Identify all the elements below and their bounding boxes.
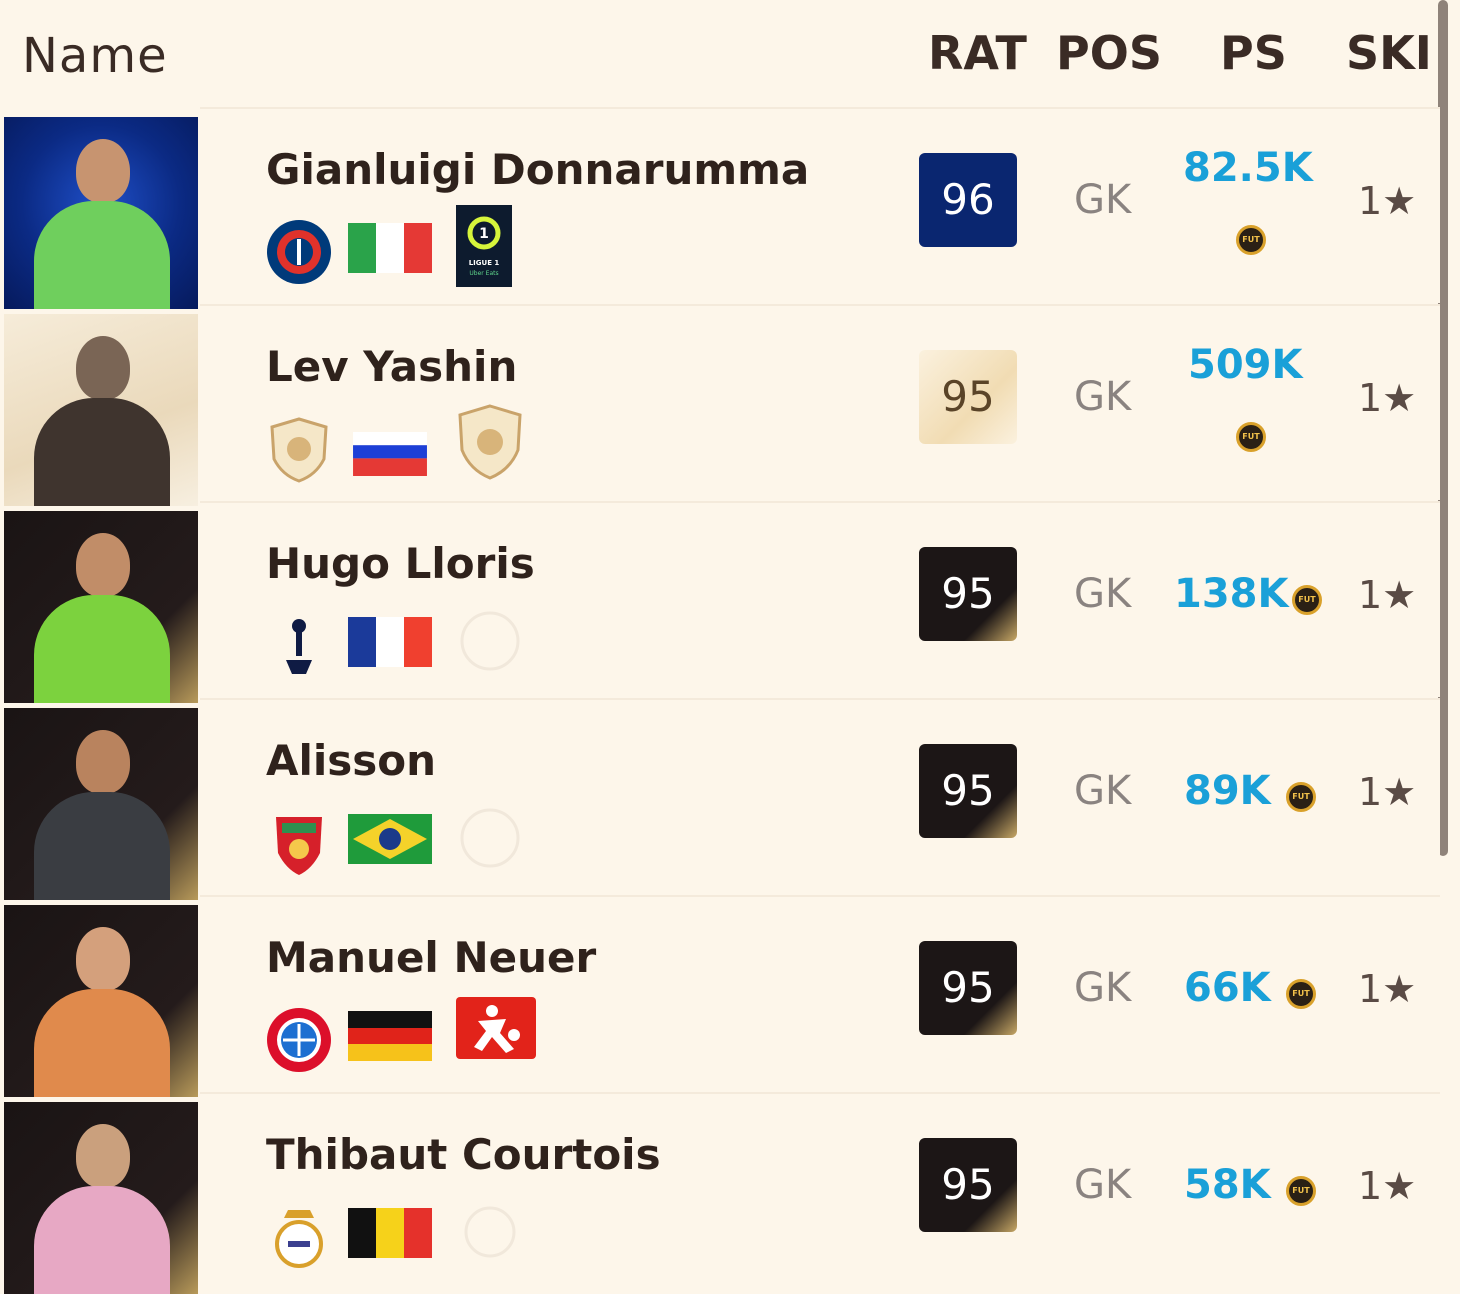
svg-text:Uber Eats: Uber Eats bbox=[469, 270, 498, 277]
club-badge-icon bbox=[286, 619, 312, 674]
fut-coin-icon: FUT bbox=[1236, 225, 1266, 255]
position-label: GK bbox=[1074, 177, 1132, 223]
player-photo bbox=[4, 1102, 198, 1294]
rating-badge: 95 bbox=[919, 941, 1017, 1035]
rating-badge: 95 bbox=[919, 350, 1017, 444]
table-header: Name RAT POS PS SKI bbox=[0, 0, 1440, 108]
league-badge-icon bbox=[458, 404, 522, 480]
position-label: GK bbox=[1074, 768, 1132, 814]
player-photo bbox=[4, 314, 198, 506]
icon-badge-icon bbox=[270, 417, 328, 483]
player-name[interactable]: Lev Yashin bbox=[266, 342, 517, 391]
nation-flag-icon bbox=[348, 223, 432, 273]
column-header-position[interactable]: POS bbox=[1056, 26, 1162, 80]
league-badge-icon bbox=[460, 611, 520, 671]
club-badge-icon bbox=[276, 817, 322, 875]
club-badge-icon bbox=[267, 1008, 331, 1072]
nation-flag-icon bbox=[348, 1011, 432, 1061]
club-badge-icon bbox=[275, 1210, 323, 1268]
price-value: 509K bbox=[1188, 342, 1303, 388]
skill-moves: 1★ bbox=[1358, 573, 1417, 617]
fut-coin-icon: FUT bbox=[1236, 422, 1266, 452]
skill-moves: 1★ bbox=[1358, 1164, 1417, 1208]
club-badge-icon bbox=[267, 220, 331, 284]
position-label: GK bbox=[1074, 571, 1132, 617]
league-badge-icon bbox=[456, 997, 536, 1059]
player-row[interactable]: Hugo Lloris 95 GK 138K FUT 1★ bbox=[0, 501, 1440, 703]
rating-badge: 95 bbox=[919, 547, 1017, 641]
nation-flag-icon bbox=[353, 432, 427, 476]
fut-coin-icon: FUT bbox=[1292, 585, 1322, 615]
position-label: GK bbox=[1074, 374, 1132, 420]
player-name[interactable]: Thibaut Courtois bbox=[266, 1130, 661, 1179]
fut-coin-icon: FUT bbox=[1286, 782, 1316, 812]
rating-badge: 95 bbox=[919, 1138, 1017, 1232]
svg-text:1: 1 bbox=[479, 226, 489, 242]
rating-badge: 95 bbox=[919, 744, 1017, 838]
league-badge-icon: 1 LIGUE 1 Uber Eats bbox=[456, 205, 512, 287]
price-value: 138K bbox=[1174, 571, 1289, 617]
nation-flag-icon bbox=[348, 1208, 432, 1258]
player-name[interactable]: Gianluigi Donnarumma bbox=[266, 145, 809, 194]
column-header-price[interactable]: PS bbox=[1220, 26, 1287, 80]
price-value: 82.5K bbox=[1183, 145, 1313, 191]
column-header-name[interactable]: Name bbox=[22, 28, 168, 84]
player-photo bbox=[4, 117, 198, 309]
player-photo bbox=[4, 511, 198, 703]
price-value: 89K bbox=[1184, 768, 1271, 814]
price-value: 66K bbox=[1184, 965, 1271, 1011]
price-value: 58K bbox=[1184, 1162, 1271, 1208]
skill-moves: 1★ bbox=[1358, 770, 1417, 814]
player-name[interactable]: Manuel Neuer bbox=[266, 933, 596, 982]
fut-coin-icon: FUT bbox=[1286, 1176, 1316, 1206]
league-badge-icon bbox=[464, 1206, 516, 1258]
column-header-rating[interactable]: RAT bbox=[928, 26, 1027, 80]
player-row[interactable]: Gianluigi Donnarumma 1 LIGUE 1 Uber Eats… bbox=[0, 107, 1440, 309]
skill-moves: 1★ bbox=[1358, 179, 1417, 223]
player-name[interactable]: Alisson bbox=[266, 736, 436, 785]
position-label: GK bbox=[1074, 1162, 1132, 1208]
nation-flag-icon bbox=[348, 617, 432, 667]
fut-coin-icon: FUT bbox=[1286, 979, 1316, 1009]
player-name[interactable]: Hugo Lloris bbox=[266, 539, 535, 588]
player-photo bbox=[4, 708, 198, 900]
skill-moves: 1★ bbox=[1358, 376, 1417, 420]
column-header-skill[interactable]: SKI bbox=[1346, 26, 1432, 80]
rating-badge: 96 bbox=[919, 153, 1017, 247]
player-row[interactable]: Lev Yashin 95 GK 509K FUT 1★ bbox=[0, 304, 1440, 506]
skill-moves: 1★ bbox=[1358, 967, 1417, 1011]
nation-flag-icon bbox=[348, 814, 432, 864]
league-badge-icon bbox=[460, 808, 520, 868]
player-row[interactable]: Alisson 95 GK 89K FUT 1★ bbox=[0, 698, 1440, 900]
position-label: GK bbox=[1074, 965, 1132, 1011]
player-row[interactable]: Thibaut Courtois 95 GK 58K FUT 1★ bbox=[0, 1092, 1440, 1294]
svg-text:LIGUE 1: LIGUE 1 bbox=[469, 259, 500, 267]
player-row[interactable]: Manuel Neuer 95 GK 66K FUT 1★ bbox=[0, 895, 1440, 1097]
player-photo bbox=[4, 905, 198, 1097]
